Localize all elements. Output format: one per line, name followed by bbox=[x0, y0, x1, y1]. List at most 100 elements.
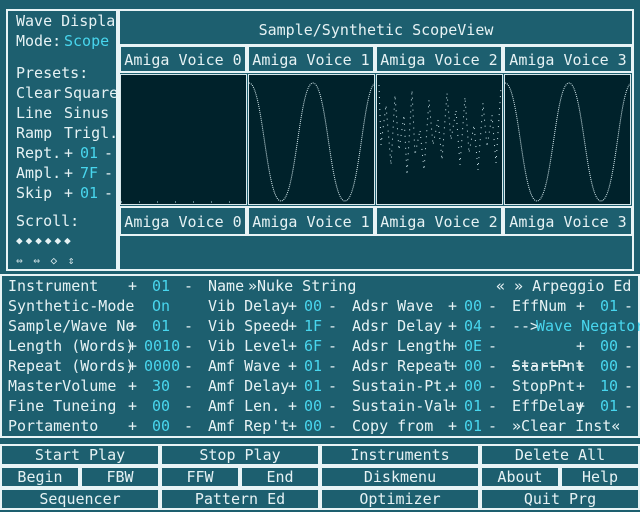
mastervolume-minus-button[interactable]: - bbox=[184, 377, 193, 395]
scroll-arrows-icon[interactable]: ◆◆◆◆◆◆ bbox=[16, 232, 74, 250]
portamento-minus-button[interactable]: - bbox=[184, 417, 193, 435]
instruments-button[interactable]: Instruments bbox=[320, 444, 480, 466]
effdelay-minus-button[interactable]: - bbox=[624, 397, 633, 415]
ampl-plus-button[interactable]: + bbox=[64, 164, 73, 182]
voice-2-top-button[interactable]: Amiga Voice 2 bbox=[375, 45, 503, 73]
synthetic-mode-value[interactable]: On bbox=[152, 297, 170, 315]
skip-minus-button[interactable]: - bbox=[104, 184, 113, 202]
copy-from-label: Copy from bbox=[352, 417, 434, 435]
preset-line-button[interactable]: Line bbox=[16, 104, 52, 122]
startpnt-plus-button[interactable]: + bbox=[576, 357, 585, 375]
adsr-length-minus-button[interactable]: - bbox=[488, 337, 497, 355]
instrument-name-field[interactable]: »Nuke String bbox=[248, 277, 356, 295]
arp-blank-minus-button[interactable]: - bbox=[624, 337, 633, 355]
preset-clear-button[interactable]: Clear bbox=[16, 84, 61, 102]
amf-wave-minus-button[interactable]: - bbox=[328, 357, 337, 375]
arpeggio-editor-title[interactable]: « » Arpeggio Ed « bbox=[496, 277, 640, 295]
effdelay-value: 01 bbox=[600, 397, 619, 415]
vib-speed-plus-button[interactable]: + bbox=[288, 317, 297, 335]
sustain-val-plus-button[interactable]: + bbox=[448, 397, 457, 415]
copy-from-minus-button[interactable]: - bbox=[488, 417, 497, 435]
amf-delay-plus-button[interactable]: + bbox=[288, 377, 297, 395]
length-plus-button[interactable]: + bbox=[128, 337, 137, 355]
delete-all-button[interactable]: Delete All bbox=[480, 444, 640, 466]
preset-trigl-button[interactable]: Trigl. bbox=[64, 124, 118, 142]
quit-prg-button[interactable]: Quit Prg bbox=[480, 488, 640, 510]
fbw-button[interactable]: FBW bbox=[80, 466, 160, 488]
voice-0-waveform bbox=[121, 201, 246, 203]
voice-1-bottom-button[interactable]: Amiga Voice 1 bbox=[247, 206, 375, 236]
sample-wave-no-plus-button[interactable]: + bbox=[128, 317, 137, 335]
skip-plus-button[interactable]: + bbox=[64, 184, 73, 202]
sequencer-button[interactable]: Sequencer bbox=[0, 488, 160, 510]
voice-3-bottom-button[interactable]: Amiga Voice 3 bbox=[503, 206, 633, 236]
ffw-button[interactable]: FFW bbox=[160, 466, 240, 488]
instrument-plus-button[interactable]: + bbox=[128, 277, 137, 295]
end-button[interactable]: End bbox=[240, 466, 320, 488]
copy-from-plus-button[interactable]: + bbox=[448, 417, 457, 435]
adsr-length-plus-button[interactable]: + bbox=[448, 337, 457, 355]
vib-level-minus-button[interactable]: - bbox=[328, 337, 337, 355]
preset-ramp-button[interactable]: Ramp bbox=[16, 124, 52, 142]
vib-speed-minus-button[interactable]: - bbox=[328, 317, 337, 335]
mode-value[interactable]: Scope bbox=[64, 32, 109, 50]
effdelay-plus-button[interactable]: + bbox=[576, 397, 585, 415]
voice-1-top-button[interactable]: Amiga Voice 1 bbox=[247, 45, 375, 73]
rept-minus-button[interactable]: - bbox=[104, 144, 113, 162]
ampl-minus-button[interactable]: - bbox=[104, 164, 113, 182]
pattern-ed-button[interactable]: Pattern Ed bbox=[160, 488, 320, 510]
amf-wave-plus-button[interactable]: + bbox=[288, 357, 297, 375]
optimizer-button[interactable]: Optimizer bbox=[320, 488, 480, 510]
vib-delay-plus-button[interactable]: + bbox=[288, 297, 297, 315]
adsr-repeat-minus-button[interactable]: - bbox=[488, 357, 497, 375]
adsr-wave-minus-button[interactable]: - bbox=[488, 297, 497, 315]
vib-level-plus-button[interactable]: + bbox=[288, 337, 297, 355]
voice-2-bottom-button[interactable]: Amiga Voice 2 bbox=[375, 206, 503, 236]
repeat-plus-button[interactable]: + bbox=[128, 357, 137, 375]
arp-blank-plus-button[interactable]: + bbox=[576, 337, 585, 355]
sustain-pt-minus-button[interactable]: - bbox=[488, 377, 497, 395]
portamento-plus-button[interactable]: + bbox=[128, 417, 137, 435]
adsr-delay-plus-button[interactable]: + bbox=[448, 317, 457, 335]
startpnt-minus-button[interactable]: - bbox=[624, 357, 633, 375]
amf-delay-minus-button[interactable]: - bbox=[328, 377, 337, 395]
adsr-wave-plus-button[interactable]: + bbox=[448, 297, 457, 315]
diskmenu-button[interactable]: Diskmenu bbox=[320, 466, 480, 488]
amf-len-minus-button[interactable]: - bbox=[328, 397, 337, 415]
fine-tuneing-plus-button[interactable]: + bbox=[128, 397, 137, 415]
sample-wave-no-minus-button[interactable]: - bbox=[184, 317, 193, 335]
clear-inst-button[interactable]: »Clear Inst« bbox=[512, 417, 620, 435]
fine-tuneing-minus-button[interactable]: - bbox=[184, 397, 193, 415]
preset-sinus-button[interactable]: Sinus bbox=[64, 104, 109, 122]
mastervolume-plus-button[interactable]: + bbox=[128, 377, 137, 395]
stoppnt-plus-button[interactable]: + bbox=[576, 377, 585, 395]
preset-square-button[interactable]: Square bbox=[64, 84, 118, 102]
adsr-repeat-plus-button[interactable]: + bbox=[448, 357, 457, 375]
amf-rept-plus-button[interactable]: + bbox=[288, 417, 297, 435]
voice-0-top-button[interactable]: Amiga Voice 0 bbox=[119, 45, 247, 73]
length-minus-button[interactable]: - bbox=[184, 337, 193, 355]
help-button[interactable]: Help bbox=[560, 466, 640, 488]
wave-negator-button[interactable]: Wave Negator bbox=[536, 317, 640, 335]
voice-0-scope bbox=[120, 74, 247, 205]
effnum-plus-button[interactable]: + bbox=[576, 297, 585, 315]
about-button[interactable]: About bbox=[480, 466, 560, 488]
scroll-mode-icon[interactable]: ⇔ ⇔ ◇ ⇕ bbox=[16, 252, 76, 270]
stop-play-button[interactable]: Stop Play bbox=[160, 444, 320, 466]
adsr-delay-minus-button[interactable]: - bbox=[488, 317, 497, 335]
start-play-button[interactable]: Start Play bbox=[0, 444, 160, 466]
sustain-pt-plus-button[interactable]: + bbox=[448, 377, 457, 395]
stoppnt-minus-button[interactable]: - bbox=[624, 377, 633, 395]
repeat-minus-button[interactable]: - bbox=[184, 357, 193, 375]
instrument-minus-button[interactable]: - bbox=[184, 277, 193, 295]
effnum-minus-button[interactable]: - bbox=[624, 297, 633, 315]
sustain-val-minus-button[interactable]: - bbox=[488, 397, 497, 415]
vib-delay-minus-button[interactable]: - bbox=[328, 297, 337, 315]
amf-len-plus-button[interactable]: + bbox=[288, 397, 297, 415]
amf-rept-minus-button[interactable]: - bbox=[328, 417, 337, 435]
startpnt-label: StartPnt bbox=[512, 357, 585, 375]
voice-3-top-button[interactable]: Amiga Voice 3 bbox=[503, 45, 633, 73]
voice-0-bottom-button[interactable]: Amiga Voice 0 bbox=[119, 206, 247, 236]
begin-button[interactable]: Begin bbox=[0, 466, 80, 488]
rept-plus-button[interactable]: + bbox=[64, 144, 73, 162]
